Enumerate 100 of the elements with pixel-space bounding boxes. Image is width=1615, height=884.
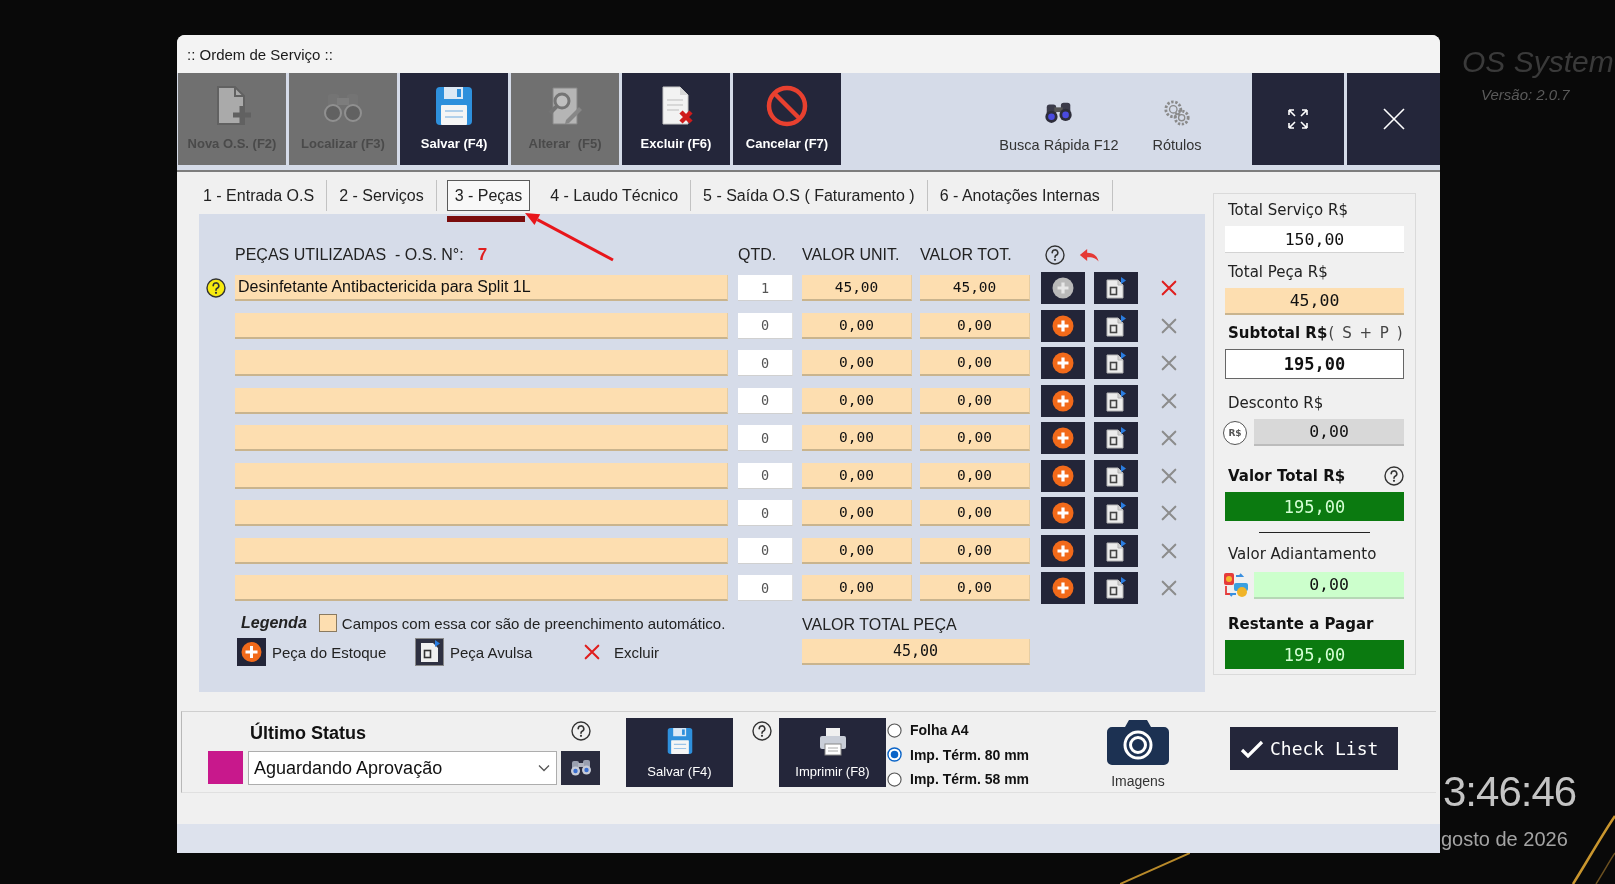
toolbar-button[interactable]: Excluir (F6) — [622, 73, 730, 165]
tab[interactable]: 3 - Peças — [446, 180, 531, 211]
stock-part-button[interactable] — [1041, 347, 1085, 379]
total-value-field[interactable]: 0,00 — [920, 387, 1030, 414]
loose-part-button[interactable] — [1094, 272, 1138, 304]
quantity-field[interactable]: 0 — [738, 312, 793, 339]
quantity-field[interactable]: 0 — [738, 425, 793, 451]
quantity-field[interactable]: 1 — [738, 275, 793, 301]
document-arrow-icon — [1104, 538, 1128, 563]
amount-field[interactable]: 0,00 — [1254, 571, 1404, 599]
unit-value-field[interactable]: 0,00 — [802, 575, 912, 601]
amount-field[interactable]: 195,00 — [1225, 640, 1404, 669]
stock-part-button[interactable] — [1041, 309, 1085, 342]
undo-arrow-icon[interactable] — [1078, 247, 1100, 263]
unit-value-field[interactable]: 0,00 — [802, 387, 912, 414]
loose-part-button[interactable] — [1094, 572, 1138, 604]
stock-part-button[interactable] — [1041, 422, 1085, 454]
unit-value-field[interactable]: 0,00 — [802, 350, 912, 376]
quantity-field[interactable]: 0 — [738, 462, 793, 489]
part-description-field[interactable]: Desinfetante Antibactericida para Split 1L — [235, 275, 728, 301]
part-description-field[interactable] — [235, 500, 728, 526]
help-icon[interactable] — [1384, 466, 1404, 486]
toolbar-button[interactable]: Rótulos — [1137, 73, 1217, 165]
tab[interactable]: 4 - Laudo Técnico — [538, 180, 692, 211]
stock-part-button[interactable] — [1041, 272, 1085, 304]
unit-value-field[interactable]: 0,00 — [802, 500, 912, 526]
loose-part-button[interactable] — [1094, 384, 1138, 417]
total-value-field[interactable]: 0,00 — [920, 425, 1030, 451]
unit-value-field[interactable]: 0,00 — [802, 425, 912, 451]
document-arrow-icon — [1104, 313, 1128, 338]
stock-part-button[interactable] — [1041, 572, 1085, 604]
stock-part-button[interactable] — [1041, 459, 1085, 492]
toolbar-button[interactable]: Cancelar (F7) — [733, 73, 841, 165]
help-icon[interactable] — [206, 278, 226, 298]
check-list-button[interactable]: Check List — [1230, 727, 1398, 770]
stock-part-button[interactable] — [1041, 497, 1085, 529]
loose-part-button[interactable] — [1094, 459, 1138, 492]
amount-field[interactable]: 195,00 — [1225, 492, 1404, 521]
tab[interactable]: 2 - Serviços — [327, 180, 437, 211]
amount-field[interactable]: 195,00 — [1225, 349, 1404, 379]
unit-value-field[interactable]: 0,00 — [802, 462, 912, 489]
total-value-field[interactable]: 0,00 — [920, 312, 1030, 339]
status-dropdown[interactable]: Aguardando Aprovação — [248, 751, 557, 785]
part-description-field[interactable] — [235, 462, 728, 489]
document-arrow-icon — [1104, 501, 1128, 525]
quantity-field[interactable]: 0 — [738, 537, 793, 564]
amount-field[interactable]: 0,00 — [1254, 419, 1404, 446]
tab[interactable]: 5 - Saída O.S ( Faturamento ) — [691, 180, 928, 211]
loose-part-button[interactable] — [1094, 347, 1138, 379]
amount-field[interactable]: 45,00 — [1225, 288, 1404, 315]
part-description-field[interactable] — [235, 537, 728, 564]
stock-part-button[interactable] — [1041, 384, 1085, 417]
cross-icon[interactable] — [1160, 279, 1178, 297]
window-title: :: Ordem de Serviço :: — [187, 45, 333, 63]
help-icon[interactable] — [570, 721, 591, 741]
parts-total-label: VALOR TOTAL PEÇA — [802, 616, 958, 634]
total-value-field[interactable]: 0,00 — [920, 500, 1030, 526]
radio-option[interactable]: Folha A4 — [887, 718, 1047, 743]
loose-part-button[interactable] — [1094, 422, 1138, 454]
help-icon[interactable] — [752, 721, 772, 741]
loose-part-button[interactable] — [1094, 309, 1138, 342]
parts-total-field[interactable]: 45,00 — [802, 639, 1030, 665]
tab[interactable]: 1 - Entrada O.S — [199, 180, 328, 211]
part-description-field[interactable] — [235, 312, 728, 339]
total-value-field[interactable]: 0,00 — [920, 350, 1030, 376]
part-description-field[interactable] — [235, 575, 728, 601]
total-value-field[interactable]: 0,00 — [920, 537, 1030, 564]
total-value-field[interactable]: 45,00 — [920, 275, 1030, 301]
part-description-field[interactable] — [235, 350, 728, 376]
part-description-field[interactable] — [235, 387, 728, 414]
total-label: Valor Adiantamento — [1228, 545, 1377, 563]
amount-field[interactable]: 150,00 — [1225, 226, 1404, 253]
quantity-field[interactable]: 0 — [738, 350, 793, 376]
tab[interactable]: 6 - Anotações Internas — [927, 180, 1113, 211]
radio-option[interactable]: Imp. Térm. 58 mm — [887, 767, 1047, 792]
toolbar-button[interactable]: Salvar (F4) — [400, 73, 508, 165]
stock-part-button[interactable] — [1041, 534, 1085, 567]
radio-option[interactable]: Imp. Térm. 80 mm — [887, 742, 1047, 767]
unit-value-field[interactable]: 45,00 — [802, 275, 912, 301]
search-status-button[interactable] — [561, 751, 600, 785]
toolbar-button[interactable]: Busca Rápida F12 — [994, 73, 1124, 165]
images-button[interactable]: Imagens — [1098, 718, 1178, 789]
total-value-field[interactable]: 0,00 — [920, 462, 1030, 489]
unit-value-field[interactable]: 0,00 — [802, 312, 912, 339]
total-label: Total Serviço R$ — [1228, 201, 1348, 219]
quantity-field[interactable]: 0 — [738, 575, 793, 601]
save-button[interactable]: Salvar (F4) — [626, 718, 733, 787]
quantity-field[interactable]: 0 — [738, 387, 793, 414]
legend-label: Excluir — [614, 643, 659, 661]
coins-exchange-icon — [1221, 570, 1251, 600]
total-label: Restante a Pagar — [1228, 615, 1374, 633]
printer-icon — [817, 725, 848, 757]
part-description-field[interactable] — [235, 425, 728, 451]
loose-part-button[interactable] — [1094, 497, 1138, 529]
print-button[interactable]: Imprimir (F8) — [779, 718, 886, 787]
loose-part-button[interactable] — [1094, 534, 1138, 567]
unit-value-field[interactable]: 0,00 — [802, 537, 912, 564]
help-icon[interactable] — [1045, 245, 1065, 265]
quantity-field[interactable]: 0 — [738, 500, 793, 526]
total-value-field[interactable]: 0,00 — [920, 575, 1030, 601]
